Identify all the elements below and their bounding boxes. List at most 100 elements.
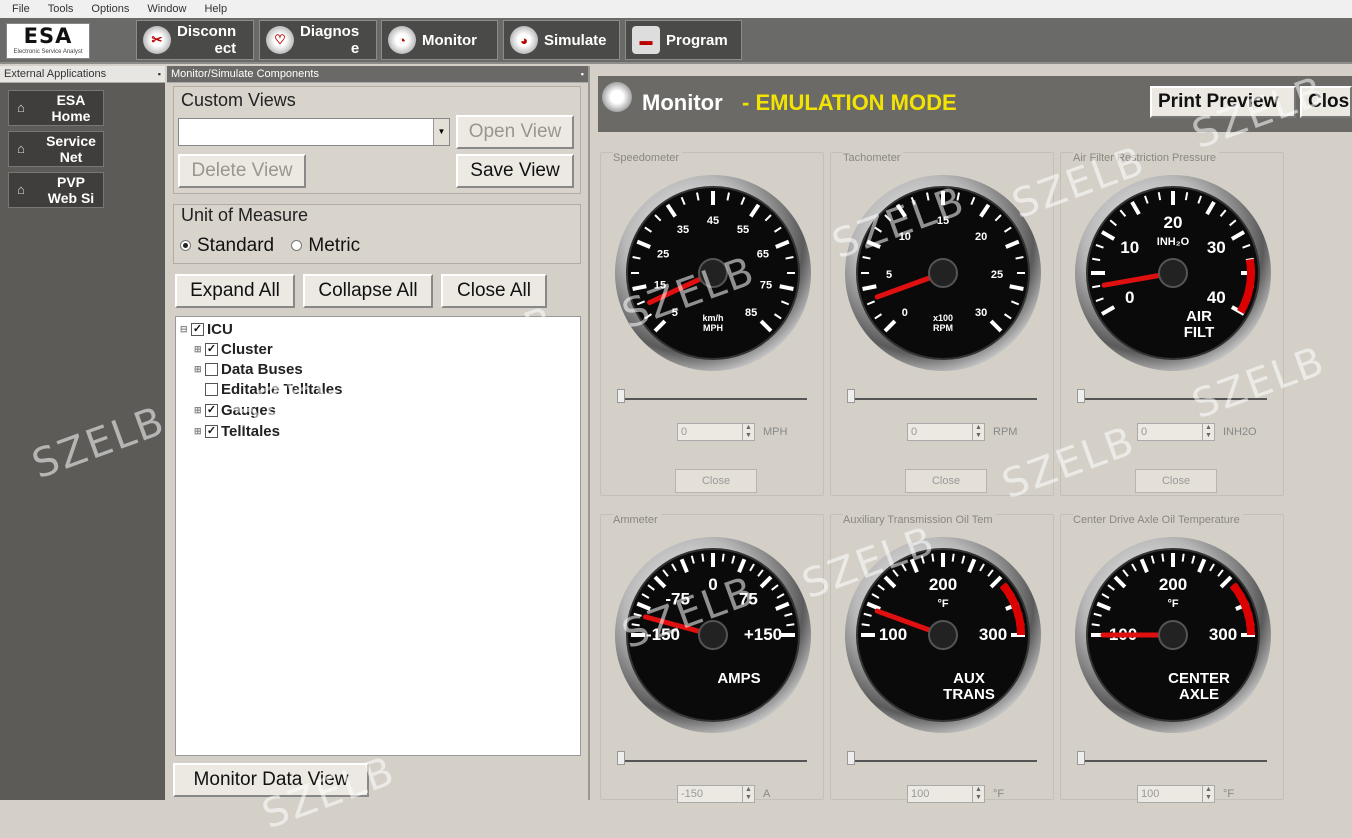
emulation-mode-label: - EMULATION MODE xyxy=(742,90,957,115)
simulate-icon: ◕ xyxy=(510,26,538,54)
gauge-close-button[interactable]: Close xyxy=(1135,469,1217,493)
slider-thumb[interactable] xyxy=(847,751,855,765)
tree-item-gauges[interactable]: ⊞ ✓ Gauges xyxy=(194,401,276,419)
tree-item-telltales[interactable]: ⊞ ✓ Telltales xyxy=(194,422,280,440)
gauge-close-button[interactable]: Close xyxy=(675,469,757,493)
gauge-value-input[interactable]: 100 ▲ ▼ xyxy=(1137,785,1215,803)
gauge-value-input[interactable]: 0 ▲ ▼ xyxy=(677,423,755,441)
slider-thumb[interactable] xyxy=(847,389,855,403)
slider-thumb[interactable] xyxy=(617,389,625,403)
gauge-dial: 100200300°FCENTERAXLE xyxy=(1075,537,1271,733)
gauge-value-slider[interactable] xyxy=(617,751,813,765)
service-net-label-2: Net xyxy=(59,149,83,165)
gauge-unit-label: MPH xyxy=(763,426,788,438)
expand-icon[interactable]: ⊞ xyxy=(194,364,202,375)
menu-help[interactable]: Help xyxy=(204,3,227,15)
menu-file[interactable]: File xyxy=(12,3,30,15)
chevron-down-icon[interactable]: ▼ xyxy=(433,119,449,145)
metric-radio[interactable] xyxy=(291,240,303,252)
expand-all-button[interactable]: Expand All xyxy=(175,274,295,308)
save-view-button[interactable]: Save View xyxy=(456,154,574,188)
esa-logo: ESA Electronic Service Analyst xyxy=(6,23,90,59)
spin-arrows-icon[interactable]: ▲ ▼ xyxy=(1202,424,1214,440)
logo-text: ESA xyxy=(23,24,73,48)
custom-view-select[interactable]: ▼ xyxy=(178,118,450,146)
gauge-value-input[interactable]: 0 ▲ ▼ xyxy=(907,423,985,441)
gauge-panel: Ammeter -150 -75 0 75 +150 AMPS -150 ▲ ▼ A xyxy=(600,514,824,803)
slider-thumb[interactable] xyxy=(617,751,625,765)
collapse-all-button[interactable]: Collapse All xyxy=(303,274,433,308)
gauge-tick-label: -75 xyxy=(665,590,690,609)
gauge-value-slider[interactable] xyxy=(847,751,1043,765)
standard-radio[interactable] xyxy=(180,240,191,252)
gauge-title: Air Filter Restriction Pressure xyxy=(1073,152,1220,164)
disconnect-label-2: ect xyxy=(214,40,237,57)
gauge-value-slider[interactable] xyxy=(1077,389,1273,403)
service-net-button[interactable]: ⌂ Service Net xyxy=(8,131,104,167)
gauge-panel: Auxiliary Transmission Oil Tem 100 200 300 °… xyxy=(830,514,1054,803)
program-button[interactable]: ▬ Program xyxy=(625,20,742,60)
external-applications-panel: External Applications ▪ ⌂ ESA Home ⌂ Serv… xyxy=(0,66,165,800)
close-monitor-button[interactable]: Clos xyxy=(1300,86,1352,118)
pin-icon[interactable]: ▪ xyxy=(581,66,584,83)
menu-options[interactable]: Options xyxy=(91,3,129,15)
metric-label: Metric xyxy=(308,235,361,256)
home-icon: ⌂ xyxy=(17,182,25,197)
tree-item-editable-telltales[interactable]: Editable Telltales xyxy=(194,380,342,398)
menu-window[interactable]: Window xyxy=(147,3,186,15)
logo-subtitle: Electronic Service Analyst xyxy=(13,49,83,55)
simulate-button[interactable]: ◕ Simulate xyxy=(503,20,620,60)
expand-icon[interactable]: ⊞ xyxy=(194,426,202,437)
spin-arrows-icon[interactable]: ▲ ▼ xyxy=(742,424,754,440)
gauge-unit-label: °F xyxy=(993,788,1005,800)
monitor-data-view-button[interactable]: Monitor Data View xyxy=(173,763,369,797)
program-icon: ▬ xyxy=(632,26,660,54)
gauge-value-slider[interactable] xyxy=(617,389,813,403)
pvp-web-site-button[interactable]: ⌂ PVP Web Si xyxy=(8,172,104,208)
tree-item-cluster[interactable]: ⊞ ✓ Cluster xyxy=(194,340,273,358)
slider-thumb[interactable] xyxy=(1077,389,1085,403)
menu-tools[interactable]: Tools xyxy=(48,3,74,15)
delete-view-button[interactable]: Delete View xyxy=(178,154,306,188)
gauge-face-label: FILT xyxy=(1184,324,1215,341)
expand-icon[interactable]: ⊞ xyxy=(194,405,202,416)
gauge-value-slider[interactable] xyxy=(1077,751,1273,765)
gauge-value-input[interactable]: 0 ▲ ▼ xyxy=(1137,423,1215,441)
gauge-close-button[interactable]: Close xyxy=(905,469,987,493)
gauge-value-input[interactable]: -150 ▲ ▼ xyxy=(677,785,755,803)
external-applications-header: External Applications ▪ xyxy=(0,66,165,83)
gauge-center-label: °F xyxy=(1167,598,1178,610)
gauge-value-input[interactable]: 100 ▲ ▼ xyxy=(907,785,985,803)
slider-thumb[interactable] xyxy=(1077,751,1085,765)
checkbox-gauges[interactable]: ✓ xyxy=(205,403,218,417)
print-preview-button[interactable]: Print Preview xyxy=(1150,86,1296,118)
tree-label-editable-telltales: Editable Telltales xyxy=(221,380,343,398)
gauge-tick-label: 75 xyxy=(739,590,758,609)
esa-home-button[interactable]: ⌂ ESA Home xyxy=(8,90,104,126)
spin-arrows-icon[interactable]: ▲ ▼ xyxy=(972,424,984,440)
gauge-panel: Center Drive Axle Oil Temperature 100 200 3… xyxy=(1060,514,1284,803)
tree-item-data-buses[interactable]: ⊞ Data Buses xyxy=(194,360,303,378)
gauge-unit-label: A xyxy=(763,788,771,800)
monitor-button[interactable]: ◔ Monitor xyxy=(381,20,498,60)
checkbox-telltales[interactable]: ✓ xyxy=(205,424,218,438)
monitor-panel: Monitor - EMULATION MODE Print Preview C… xyxy=(592,66,1352,803)
close-all-button[interactable]: Close All xyxy=(441,274,547,308)
tree-item-icu[interactable]: ⊟ ✓ ICU xyxy=(180,320,233,338)
gauge-value-slider[interactable] xyxy=(847,389,1043,403)
service-net-label-1: Service xyxy=(46,133,96,149)
collapse-icon[interactable]: ⊟ xyxy=(180,324,188,335)
gauge-face-label: AMPS xyxy=(717,670,760,687)
pin-icon[interactable]: ▪ xyxy=(158,66,161,83)
disconnect-button[interactable]: ✂ Disconn ect xyxy=(136,20,254,60)
checkbox-cluster[interactable]: ✓ xyxy=(205,342,218,356)
checkbox-editable-telltales[interactable] xyxy=(205,382,218,396)
checkbox-icu[interactable]: ✓ xyxy=(191,322,204,336)
open-view-button[interactable]: Open View xyxy=(456,115,574,149)
expand-icon[interactable]: ⊞ xyxy=(194,344,202,355)
diagnose-button[interactable]: ♡ Diagnos e xyxy=(259,20,377,60)
gauge-value: 0 xyxy=(1141,426,1148,438)
slider-track xyxy=(1077,760,1267,762)
checkbox-data-buses[interactable] xyxy=(205,362,218,376)
gauge-tick-label: 5 xyxy=(672,307,678,319)
